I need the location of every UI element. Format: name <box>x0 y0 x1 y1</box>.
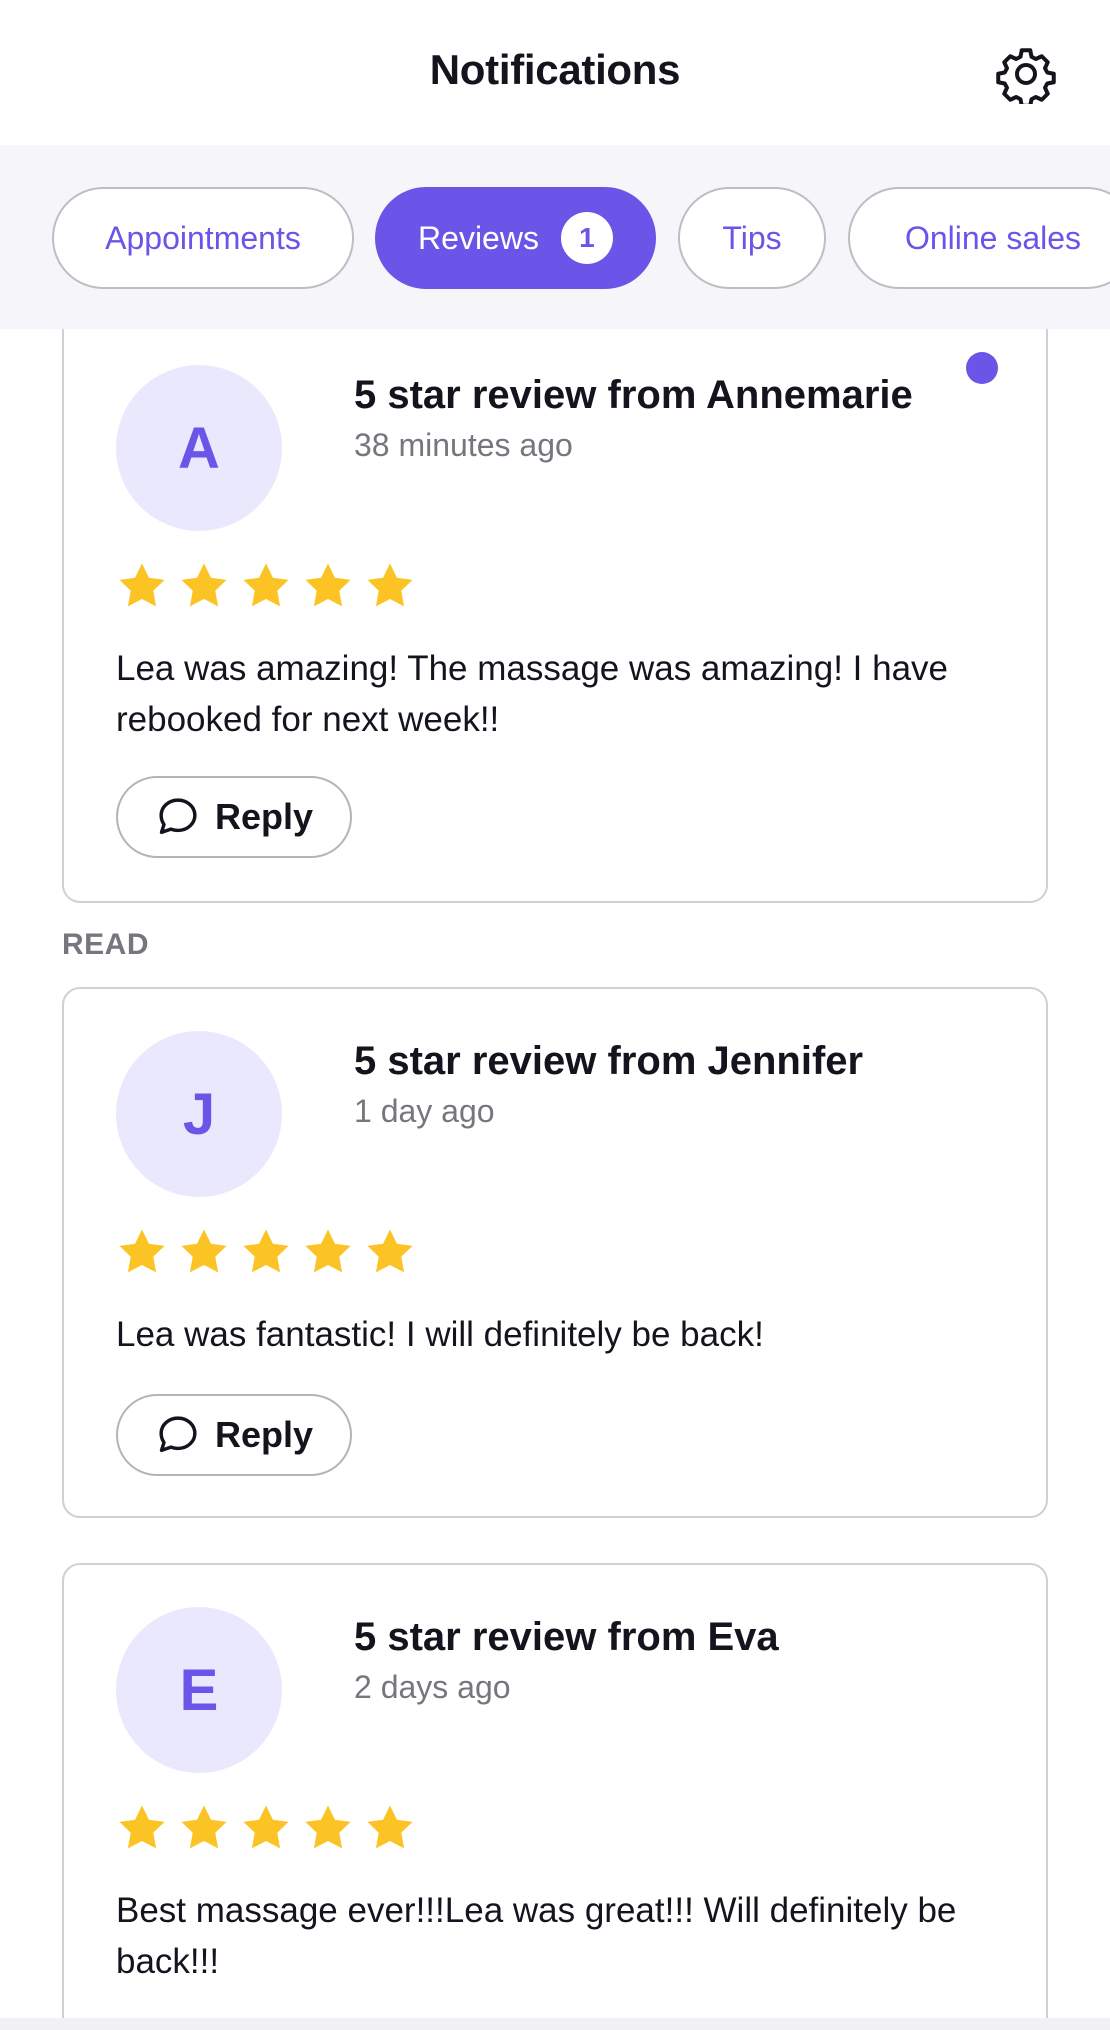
review-text: Lea was amazing! The massage was amazing… <box>116 649 949 739</box>
notification-title: 5 star review from Eva <box>354 1615 779 1659</box>
tab-appointments[interactable]: Appointments <box>52 187 354 289</box>
star-icon <box>181 1805 227 1849</box>
avatar: E <box>116 1607 282 1773</box>
tab-online-sales[interactable]: Online sales <box>848 187 1110 289</box>
review-notification-card[interactable]: E 5 star review from Eva 2 days ago Best… <box>62 1563 1048 2030</box>
unread-indicator <box>966 352 998 384</box>
avatar: J <box>116 1031 282 1197</box>
tab-label: Tips <box>722 219 782 256</box>
star-icon <box>305 1229 351 1273</box>
star-icon <box>367 1805 413 1849</box>
star-icon <box>181 563 227 607</box>
star-icon <box>181 1229 227 1273</box>
star-icon <box>119 1805 165 1849</box>
star-icon <box>119 563 165 607</box>
settings-button[interactable] <box>996 44 1056 108</box>
tab-label: Appointments <box>105 219 301 256</box>
star-icon <box>305 1805 351 1849</box>
star-icon <box>243 1805 289 1849</box>
section-label-read: READ <box>62 928 150 961</box>
avatar: A <box>116 365 282 531</box>
gear-icon <box>996 48 1056 108</box>
reply-label: Reply <box>214 796 314 837</box>
star-icon <box>243 1229 289 1273</box>
app-header: Notifications <box>0 0 1110 145</box>
speech-bubble-icon <box>159 1416 197 1453</box>
notification-time: 2 days ago <box>354 1669 511 1705</box>
notification-time: 38 minutes ago <box>354 427 573 463</box>
star-rating <box>116 1226 416 1278</box>
notification-tabs: Appointments Reviews 1 Tips Online sales <box>0 145 1110 329</box>
speech-bubble-icon <box>159 798 197 835</box>
tab-reviews[interactable]: Reviews 1 <box>375 187 656 289</box>
star-icon <box>367 1229 413 1273</box>
star-icon <box>367 563 413 607</box>
notification-time: 1 day ago <box>354 1093 495 1129</box>
review-text: Best massage ever!!!Lea was great!!! Wil… <box>116 1891 957 1981</box>
tab-tips[interactable]: Tips <box>678 187 826 289</box>
star-icon <box>119 1229 165 1273</box>
notification-title: 5 star review from Jennifer <box>354 1039 864 1083</box>
review-notification-card[interactable]: J 5 star review from Jennifer 1 day ago … <box>62 987 1048 1518</box>
reply-label: Reply <box>214 1414 314 1455</box>
scroll-fade <box>0 2018 1110 2030</box>
star-icon <box>243 563 289 607</box>
star-rating <box>116 1802 416 1854</box>
star-rating <box>116 560 416 612</box>
page-title: Notifications <box>429 46 681 93</box>
star-icon <box>305 563 351 607</box>
notification-title: 5 star review from Annemarie <box>354 373 913 417</box>
review-text: Lea was fantastic! I will definitely be … <box>116 1315 764 1354</box>
review-notification-card[interactable]: A 5 star review from Annemarie 38 minute… <box>62 329 1048 903</box>
tab-label: Online sales <box>904 219 1082 256</box>
tab-label: Reviews <box>418 219 539 256</box>
reply-button[interactable]: Reply <box>116 1394 352 1476</box>
reply-button[interactable]: Reply <box>116 776 352 858</box>
unread-count-badge: 1 <box>560 212 613 264</box>
